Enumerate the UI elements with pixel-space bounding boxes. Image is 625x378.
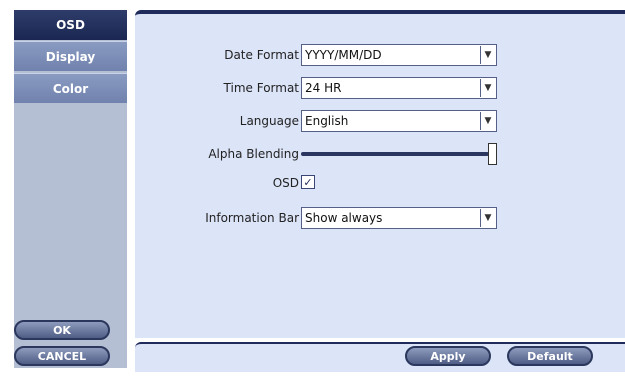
default-button[interactable]: Default (507, 346, 593, 366)
apply-button[interactable]: Apply (405, 346, 491, 366)
date-format-value: YYYY/MM/DD (305, 48, 382, 62)
alpha-blending-label: Alpha Blending (208, 147, 299, 161)
sidebar: OSD Display Color (14, 10, 127, 368)
chevron-down-icon[interactable]: ▼ (480, 209, 495, 227)
footer-bar: Apply Default (135, 342, 625, 372)
osd-checkbox[interactable]: ✓ (301, 175, 315, 189)
tab-osd[interactable]: OSD (14, 10, 127, 40)
date-format-select[interactable]: YYYY/MM/DD ▼ (301, 44, 497, 66)
alpha-blending-row: Alpha Blending (135, 143, 625, 165)
information-bar-row: Information Bar Show always ▼ (135, 207, 625, 229)
date-format-label: Date Format (224, 48, 299, 62)
chevron-down-icon[interactable]: ▼ (480, 46, 495, 64)
settings-window: OSD Display Color OK CANCEL Date Format … (0, 0, 625, 378)
time-format-label: Time Format (223, 81, 299, 95)
tab-display[interactable]: Display (14, 41, 127, 71)
slider-thumb[interactable] (488, 143, 497, 165)
language-select[interactable]: English ▼ (301, 110, 497, 132)
time-format-value: 24 HR (305, 81, 342, 95)
language-row: Language English ▼ (135, 110, 625, 132)
information-bar-select[interactable]: Show always ▼ (301, 207, 497, 229)
information-bar-label: Information Bar (205, 211, 299, 225)
chevron-down-icon[interactable]: ▼ (480, 112, 495, 130)
information-bar-value: Show always (305, 211, 383, 225)
slider-track[interactable] (301, 152, 489, 156)
ok-button[interactable]: OK (14, 320, 110, 340)
check-icon: ✓ (303, 175, 313, 189)
language-value: English (305, 114, 349, 128)
time-format-select[interactable]: 24 HR ▼ (301, 77, 497, 99)
time-format-row: Time Format 24 HR ▼ (135, 77, 625, 99)
date-format-row: Date Format YYYY/MM/DD ▼ (135, 44, 625, 66)
chevron-down-icon[interactable]: ▼ (480, 79, 495, 97)
osd-label: OSD (272, 176, 299, 190)
tab-color[interactable]: Color (14, 73, 127, 103)
language-label: Language (239, 114, 299, 128)
settings-panel: Date Format YYYY/MM/DD ▼ Time Format 24 … (135, 10, 625, 338)
osd-row: OSD ✓ (135, 172, 625, 194)
cancel-button[interactable]: CANCEL (14, 346, 110, 366)
alpha-blending-slider[interactable] (301, 143, 497, 165)
